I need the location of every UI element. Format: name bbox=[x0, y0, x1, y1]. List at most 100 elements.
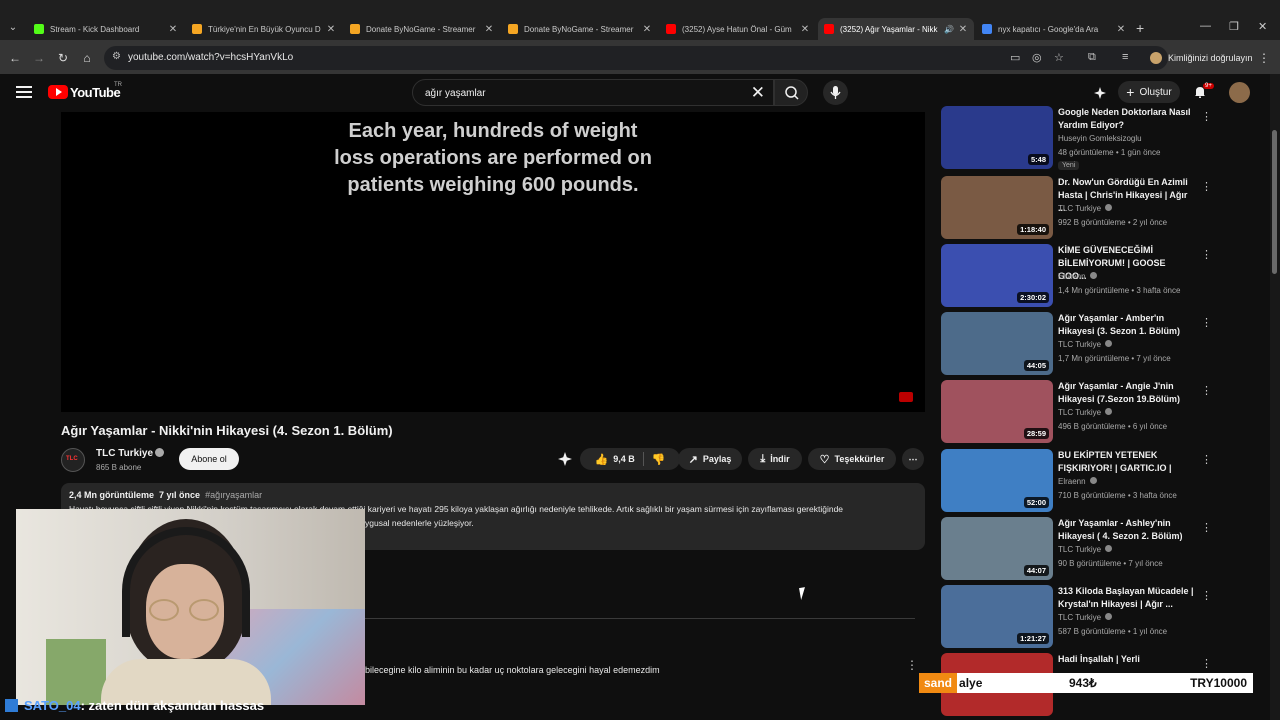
close-tab-icon[interactable]: ✕ bbox=[168, 24, 178, 35]
video-menu-icon[interactable]: ⋮ bbox=[1201, 248, 1212, 261]
browser-tab[interactable]: nyx kapatıcı - Google'da Ara ✕ bbox=[976, 18, 1132, 40]
video-menu-icon[interactable]: ⋮ bbox=[1201, 110, 1212, 123]
recommended-title[interactable]: Ağır Yaşamlar - Angie J'nin Hikayesi (7.… bbox=[1058, 380, 1196, 406]
recommended-video[interactable]: 44:05 Ağır Yaşamlar - Amber'ın Hikayesi (… bbox=[941, 312, 1221, 376]
video-thumbnail[interactable]: 52:00 bbox=[941, 449, 1053, 512]
ask-ai-sparkle-icon[interactable] bbox=[558, 452, 572, 466]
eye-off-icon[interactable]: ◎ bbox=[1032, 51, 1042, 64]
youtube-logo-icon[interactable] bbox=[48, 85, 68, 99]
recommended-channel[interactable]: TLC Turkiye bbox=[1058, 408, 1113, 417]
recommended-video[interactable]: 28:59 Ağır Yaşamlar - Angie J'nin Hikayes… bbox=[941, 380, 1221, 444]
clear-search-icon[interactable]: ✕ bbox=[751, 83, 765, 103]
close-tab-icon[interactable]: ✕ bbox=[642, 24, 652, 35]
recommended-channel[interactable]: TLC Turkiye bbox=[1058, 613, 1113, 622]
comment-menu-icon[interactable]: ⋮ bbox=[906, 658, 918, 672]
recommended-meta: 992 B görüntüleme • 2 yıl önce bbox=[1058, 218, 1168, 227]
reload-icon[interactable]: ↻ bbox=[56, 51, 70, 65]
reading-list-icon[interactable]: ≡ bbox=[1122, 51, 1128, 63]
video-thumbnail[interactable]: 28:59 bbox=[941, 380, 1053, 443]
close-tab-icon[interactable]: ✕ bbox=[958, 24, 968, 35]
thanks-button[interactable]: ♡ Teşekkürler bbox=[808, 448, 896, 470]
maximize-icon[interactable]: ❐ bbox=[1229, 20, 1239, 33]
video-menu-icon[interactable]: ⋮ bbox=[1201, 657, 1212, 670]
browser-tab[interactable]: (3252) Ağır Yaşamlar - Nikk 🔊 ✕ bbox=[818, 18, 974, 40]
download-button[interactable]: ⤓ İndir bbox=[748, 448, 802, 470]
like-icon[interactable]: 👍 bbox=[595, 453, 609, 466]
video-thumbnail[interactable]: 5:48 bbox=[941, 106, 1053, 169]
search-button[interactable] bbox=[774, 79, 808, 106]
recommended-channel[interactable]: TLC Turkiye bbox=[1058, 545, 1113, 554]
video-menu-icon[interactable]: ⋮ bbox=[1201, 521, 1212, 534]
recommended-title[interactable]: Hadi İnşallah | Yerli bbox=[1058, 653, 1196, 666]
like-count[interactable]: 9,4 B bbox=[613, 454, 635, 464]
new-tab-icon[interactable]: + bbox=[1136, 20, 1144, 36]
recommended-video[interactable]: 2:30:02 KİME GÜVENECEĞİMİ BİLEMİYORUM! | … bbox=[941, 244, 1221, 308]
recommended-channel[interactable]: TLC Turkiye bbox=[1058, 340, 1113, 349]
video-menu-icon[interactable]: ⋮ bbox=[1201, 316, 1212, 329]
video-menu-icon[interactable]: ⋮ bbox=[1201, 384, 1212, 397]
account-avatar[interactable] bbox=[1229, 82, 1250, 103]
share-button[interactable]: ↗ Paylaş bbox=[678, 448, 742, 470]
recommended-channel[interactable]: Elraenn bbox=[1058, 477, 1097, 486]
youtube-wordmark[interactable]: YouTube bbox=[70, 85, 121, 100]
address-bar[interactable]: ⚙ youtube.com/watch?v=hcsHYanVkLo bbox=[104, 46, 1168, 70]
close-tab-icon[interactable]: ✕ bbox=[326, 24, 336, 35]
more-actions-button[interactable]: ⋯ bbox=[902, 448, 924, 470]
voice-search-button[interactable] bbox=[823, 80, 848, 105]
channel-name[interactable]: TLC Turkiye bbox=[96, 448, 153, 459]
recommended-channel[interactable]: Elraenn bbox=[1058, 272, 1097, 281]
dislike-icon[interactable]: 👎 bbox=[652, 453, 666, 466]
browser-tab[interactable]: Donate ByNoGame - Streamer ✕ bbox=[502, 18, 658, 40]
recommended-channel[interactable]: TLC Turkiye bbox=[1058, 204, 1113, 213]
video-thumbnail[interactable]: 44:07 bbox=[941, 517, 1053, 580]
close-window-icon[interactable]: ✕ bbox=[1258, 20, 1267, 33]
video-thumbnail[interactable]: 44:05 bbox=[941, 312, 1053, 375]
recommended-channel[interactable]: Huseyin Gomleksizoglu bbox=[1058, 134, 1142, 143]
shorts-sparkle-icon[interactable] bbox=[1094, 87, 1106, 99]
search-input[interactable]: ağır yaşamlar ✕ bbox=[412, 79, 774, 106]
site-info-icon[interactable]: ⚙ bbox=[112, 51, 121, 62]
browser-tab[interactable]: Stream - Kick Dashboard ✕ bbox=[28, 18, 184, 40]
recommended-meta: 496 B görüntüleme • 6 yıl önce bbox=[1058, 422, 1168, 431]
video-player[interactable]: Each year, hundreds of weight loss opera… bbox=[61, 112, 925, 412]
recommended-video[interactable]: 1:21:27 313 Kiloda Başlayan Mücadele | Kr… bbox=[941, 585, 1221, 649]
recommended-title[interactable]: BU EKİPTEN YETENEK FIŞKIRIYOR! | GARTIC.… bbox=[1058, 449, 1196, 475]
recommended-title[interactable]: Google Neden Doktorlara Nasıl Yardım Edi… bbox=[1058, 106, 1196, 132]
browser-tab[interactable]: (3252) Ayse Hatun Önal - Güm ✕ bbox=[660, 18, 816, 40]
hamburger-menu-icon[interactable] bbox=[16, 86, 32, 98]
recommended-video[interactable]: 5:48 Google Neden Doktorlara Nasıl Yardım… bbox=[941, 106, 1221, 170]
browser-tab[interactable]: Türkiye'nin En Büyük Oyuncu D ✕ bbox=[186, 18, 342, 40]
hashtag-link[interactable]: #ağıryaşamlar bbox=[205, 490, 262, 500]
recommended-video[interactable]: 52:00 BU EKİPTEN YETENEK FIŞKIRIYOR! | GA… bbox=[941, 449, 1221, 513]
video-thumbnail[interactable]: 1:18:40 bbox=[941, 176, 1053, 239]
close-tab-icon[interactable]: ✕ bbox=[800, 24, 810, 35]
video-menu-icon[interactable]: ⋮ bbox=[1201, 453, 1212, 466]
home-icon[interactable]: ⌂ bbox=[80, 51, 94, 65]
browser-tab[interactable]: Donate ByNoGame - Streamer ✕ bbox=[344, 18, 500, 40]
extensions-icon[interactable]: ⧉ bbox=[1088, 51, 1096, 64]
back-icon[interactable]: ← bbox=[8, 51, 22, 65]
video-thumbnail[interactable]: 2:30:02 bbox=[941, 244, 1053, 307]
tab-audio-icon[interactable]: 🔊 bbox=[944, 25, 954, 34]
tab-search-icon[interactable]: ⌄ bbox=[6, 21, 20, 35]
forward-icon[interactable]: → bbox=[32, 51, 46, 65]
close-tab-icon[interactable]: ✕ bbox=[1116, 24, 1126, 35]
close-tab-icon[interactable]: ✕ bbox=[484, 24, 494, 35]
recommended-title[interactable]: 313 Kiloda Başlayan Mücadele | Krystal'ı… bbox=[1058, 585, 1196, 611]
recommended-title[interactable]: Ağır Yaşamlar - Ashley'nin Hikayesi ( 4.… bbox=[1058, 517, 1196, 543]
bookmark-star-icon[interactable]: ☆ bbox=[1054, 51, 1064, 64]
video-menu-icon[interactable]: ⋮ bbox=[1201, 180, 1212, 193]
recommended-video[interactable]: 44:07 Ağır Yaşamlar - Ashley'nin Hikayesi… bbox=[941, 517, 1221, 581]
cast-icon[interactable]: ▭ bbox=[1010, 51, 1020, 64]
profile-button[interactable]: Kimliğinizi doğrulayın bbox=[1144, 48, 1261, 68]
browser-menu-icon[interactable]: ⋮ bbox=[1258, 51, 1270, 65]
video-menu-icon[interactable]: ⋮ bbox=[1201, 589, 1212, 602]
recommended-title[interactable]: Ağır Yaşamlar - Amber'ın Hikayesi (3. Se… bbox=[1058, 312, 1196, 338]
recommended-video[interactable]: 1:18:40 Dr. Now'un Gördüğü En Azimli Hast… bbox=[941, 176, 1221, 240]
subscribe-button[interactable]: Abone ol bbox=[179, 448, 239, 470]
minimize-icon[interactable]: — bbox=[1200, 20, 1211, 32]
video-thumbnail[interactable]: 1:21:27 bbox=[941, 585, 1053, 648]
channel-avatar[interactable]: TLC bbox=[61, 448, 85, 472]
scrollbar-thumb[interactable] bbox=[1272, 130, 1277, 274]
create-button[interactable]: + Oluştur bbox=[1118, 81, 1180, 103]
